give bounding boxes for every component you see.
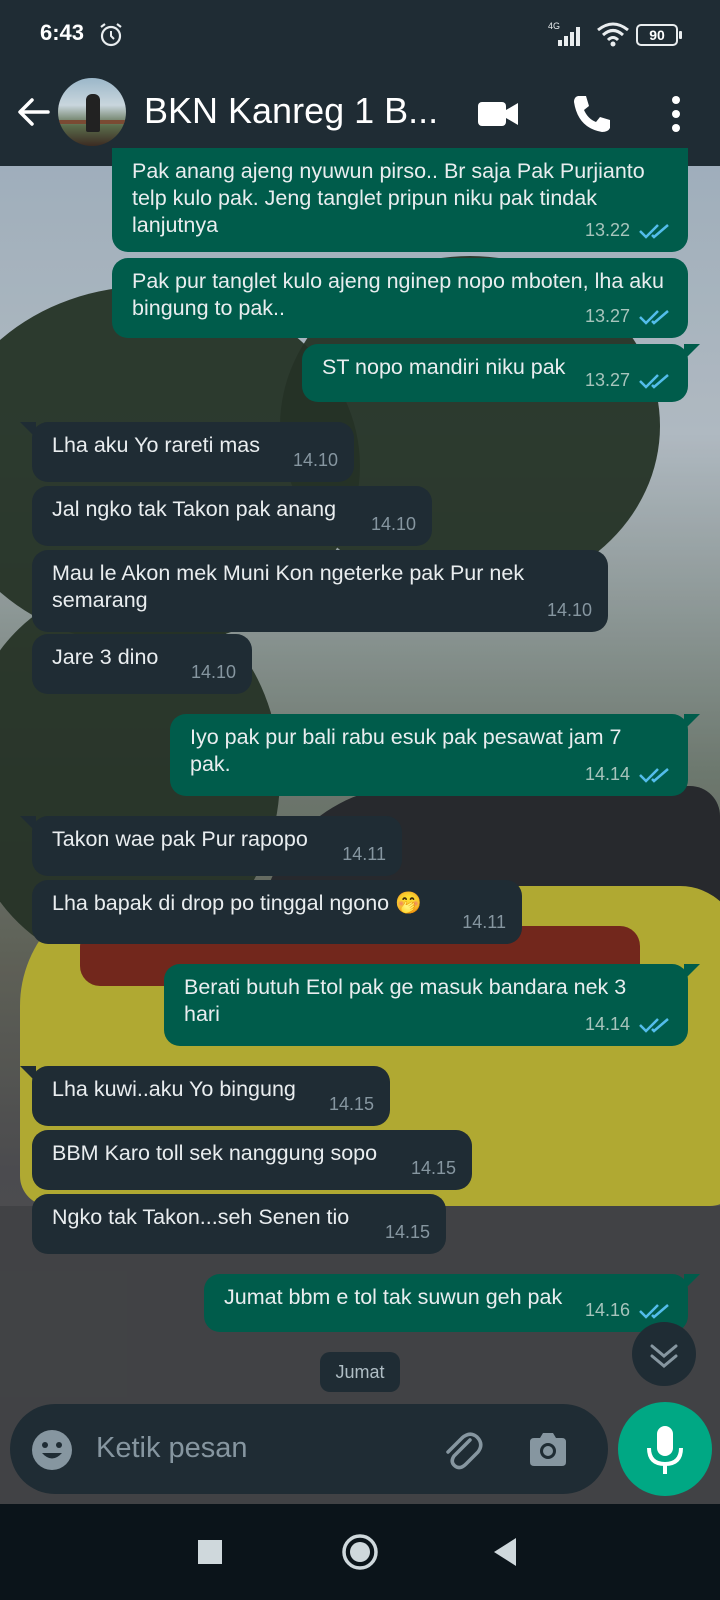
message-text: Lha kuwi..aku Yo bingung <box>52 1077 296 1101</box>
message-meta: 14.14 <box>585 761 672 788</box>
message-time: 14.11 <box>462 912 506 932</box>
battery-indicator: 90 <box>636 24 682 46</box>
message-bubble-outgoing[interactable]: ST nopo mandiri niku pak 13.27 <box>302 344 700 402</box>
nav-back-icon[interactable] <box>484 1530 528 1574</box>
message-meta: 14.15 <box>329 1091 374 1118</box>
signal-icon: 4G <box>548 21 580 46</box>
date-chip: Jumat <box>320 1352 400 1392</box>
emoji-icon[interactable] <box>30 1428 74 1472</box>
message-time: 14.15 <box>328 1094 374 1114</box>
message-time: 13.22 <box>584 220 630 240</box>
message-time: 14.15 <box>384 1222 430 1242</box>
message-bubble-outgoing[interactable]: Pak pur tanglet kulo ajeng nginep nopo m… <box>112 258 688 338</box>
read-ticks-icon <box>639 309 669 325</box>
read-ticks-icon <box>639 223 669 239</box>
message-time: 13.27 <box>584 370 630 390</box>
phone-icon[interactable] <box>568 90 616 138</box>
video-call-icon[interactable] <box>474 90 522 138</box>
message-text: BBM Karo toll sek nanggung sopo <box>52 1141 378 1165</box>
message-bubble-incoming[interactable]: Jare 3 dino 14.10 <box>32 634 252 694</box>
alarm-icon <box>100 23 122 47</box>
message-time: 13.27 <box>584 306 630 326</box>
message-meta: 13.27 <box>585 303 672 330</box>
system-nav-bar <box>0 1504 720 1600</box>
scroll-down-button[interactable] <box>632 1322 696 1386</box>
read-ticks-icon <box>639 373 669 389</box>
message-composer: Ketik pesan <box>10 1404 608 1494</box>
message-time: 14.10 <box>292 450 338 470</box>
message-text: Lha aku Yo rareti mas <box>52 433 260 457</box>
mic-button[interactable] <box>618 1402 712 1496</box>
message-text: Mau le Akon mek Muni Kon ngeterke pak Pu… <box>52 561 525 612</box>
message-meta: 14.10 <box>293 447 338 474</box>
message-text: Takon wae pak Pur rapopo <box>52 827 308 851</box>
message-meta: 14.11 <box>342 841 386 868</box>
message-meta: 14.15 <box>385 1219 430 1246</box>
scroll-down-icon <box>650 1344 678 1368</box>
message-time: 14.14 <box>584 1014 630 1034</box>
nav-recents-icon[interactable] <box>188 1530 232 1574</box>
message-bubble-incoming[interactable]: Lha aku Yo rareti mas 14.10 <box>20 422 354 482</box>
read-ticks-icon <box>639 1303 669 1319</box>
message-bubble-outgoing[interactable]: Jumat bbm e tol tak suwun geh pak 14.16 <box>204 1274 700 1332</box>
message-meta: 13.27 <box>585 367 672 394</box>
avatar-figure <box>86 94 100 132</box>
back-arrow-icon[interactable] <box>14 92 54 132</box>
message-time: 14.14 <box>584 764 630 784</box>
message-bubble-outgoing[interactable]: Berati butuh Etol pak ge masuk bandara n… <box>164 964 700 1046</box>
avatar[interactable] <box>58 78 126 146</box>
read-ticks-icon <box>639 1017 669 1033</box>
message-time: 14.10 <box>546 600 592 620</box>
message-bubble-incoming[interactable]: BBM Karo toll sek nanggung sopo 14.15 <box>32 1130 472 1190</box>
mic-icon <box>647 1426 683 1474</box>
message-bubble-outgoing[interactable]: Iyo pak pur bali rabu esuk pak pesawat j… <box>170 714 700 796</box>
message-time: 14.11 <box>342 844 386 864</box>
chat-title[interactable]: BKN Kanreg 1 B... <box>144 90 438 132</box>
message-text: Jal ngko tak Takon pak anang <box>52 497 337 521</box>
message-bubble-incoming[interactable]: Lha bapak di drop po tinggal ngono 🤭 14.… <box>32 880 522 944</box>
message-bubble-incoming[interactable]: Lha kuwi..aku Yo bingung 14.15 <box>20 1066 390 1126</box>
message-meta: 14.10 <box>191 659 236 686</box>
message-bubble-incoming[interactable]: Takon wae pak Pur rapopo 14.11 <box>20 816 402 876</box>
more-options-icon[interactable] <box>652 90 700 138</box>
read-ticks-icon <box>639 767 669 783</box>
message-bubble-incoming[interactable]: Ngko tak Takon...seh Senen tio 14.15 <box>32 1194 446 1254</box>
message-bubble-incoming[interactable]: Jal ngko tak Takon pak anang 14.10 <box>32 486 432 546</box>
attach-icon[interactable] <box>440 1428 484 1472</box>
message-text: Ngko tak Takon...seh Senen tio <box>52 1205 350 1229</box>
message-meta: 14.10 <box>547 597 592 624</box>
svg-text:4G: 4G <box>548 21 560 31</box>
message-bubble-outgoing[interactable]: Pak anang ajeng nyuwun pirso.. Br saja P… <box>112 148 688 252</box>
message-meta: 14.11 <box>462 909 506 936</box>
message-text: Lha bapak di drop po tinggal ngono 🤭 <box>52 891 422 915</box>
message-time: 14.10 <box>370 514 416 534</box>
status-bar: 6:43 4G 90 <box>0 0 720 70</box>
message-meta: 14.10 <box>371 511 416 538</box>
wifi-icon <box>597 22 629 47</box>
camera-icon[interactable] <box>526 1428 570 1472</box>
nav-home-icon[interactable] <box>338 1530 382 1574</box>
message-meta: 14.14 <box>585 1011 672 1038</box>
message-time: 14.15 <box>410 1158 456 1178</box>
message-input[interactable]: Ketik pesan <box>96 1432 248 1465</box>
message-meta: 14.16 <box>585 1297 672 1324</box>
message-time: 14.10 <box>190 662 236 682</box>
message-meta: 14.15 <box>411 1155 456 1182</box>
message-time: 14.16 <box>584 1300 630 1320</box>
message-bubble-incoming[interactable]: Mau le Akon mek Muni Kon ngeterke pak Pu… <box>32 550 608 632</box>
status-time: 6:43 <box>40 20 85 45</box>
message-meta: 13.22 <box>585 217 672 244</box>
